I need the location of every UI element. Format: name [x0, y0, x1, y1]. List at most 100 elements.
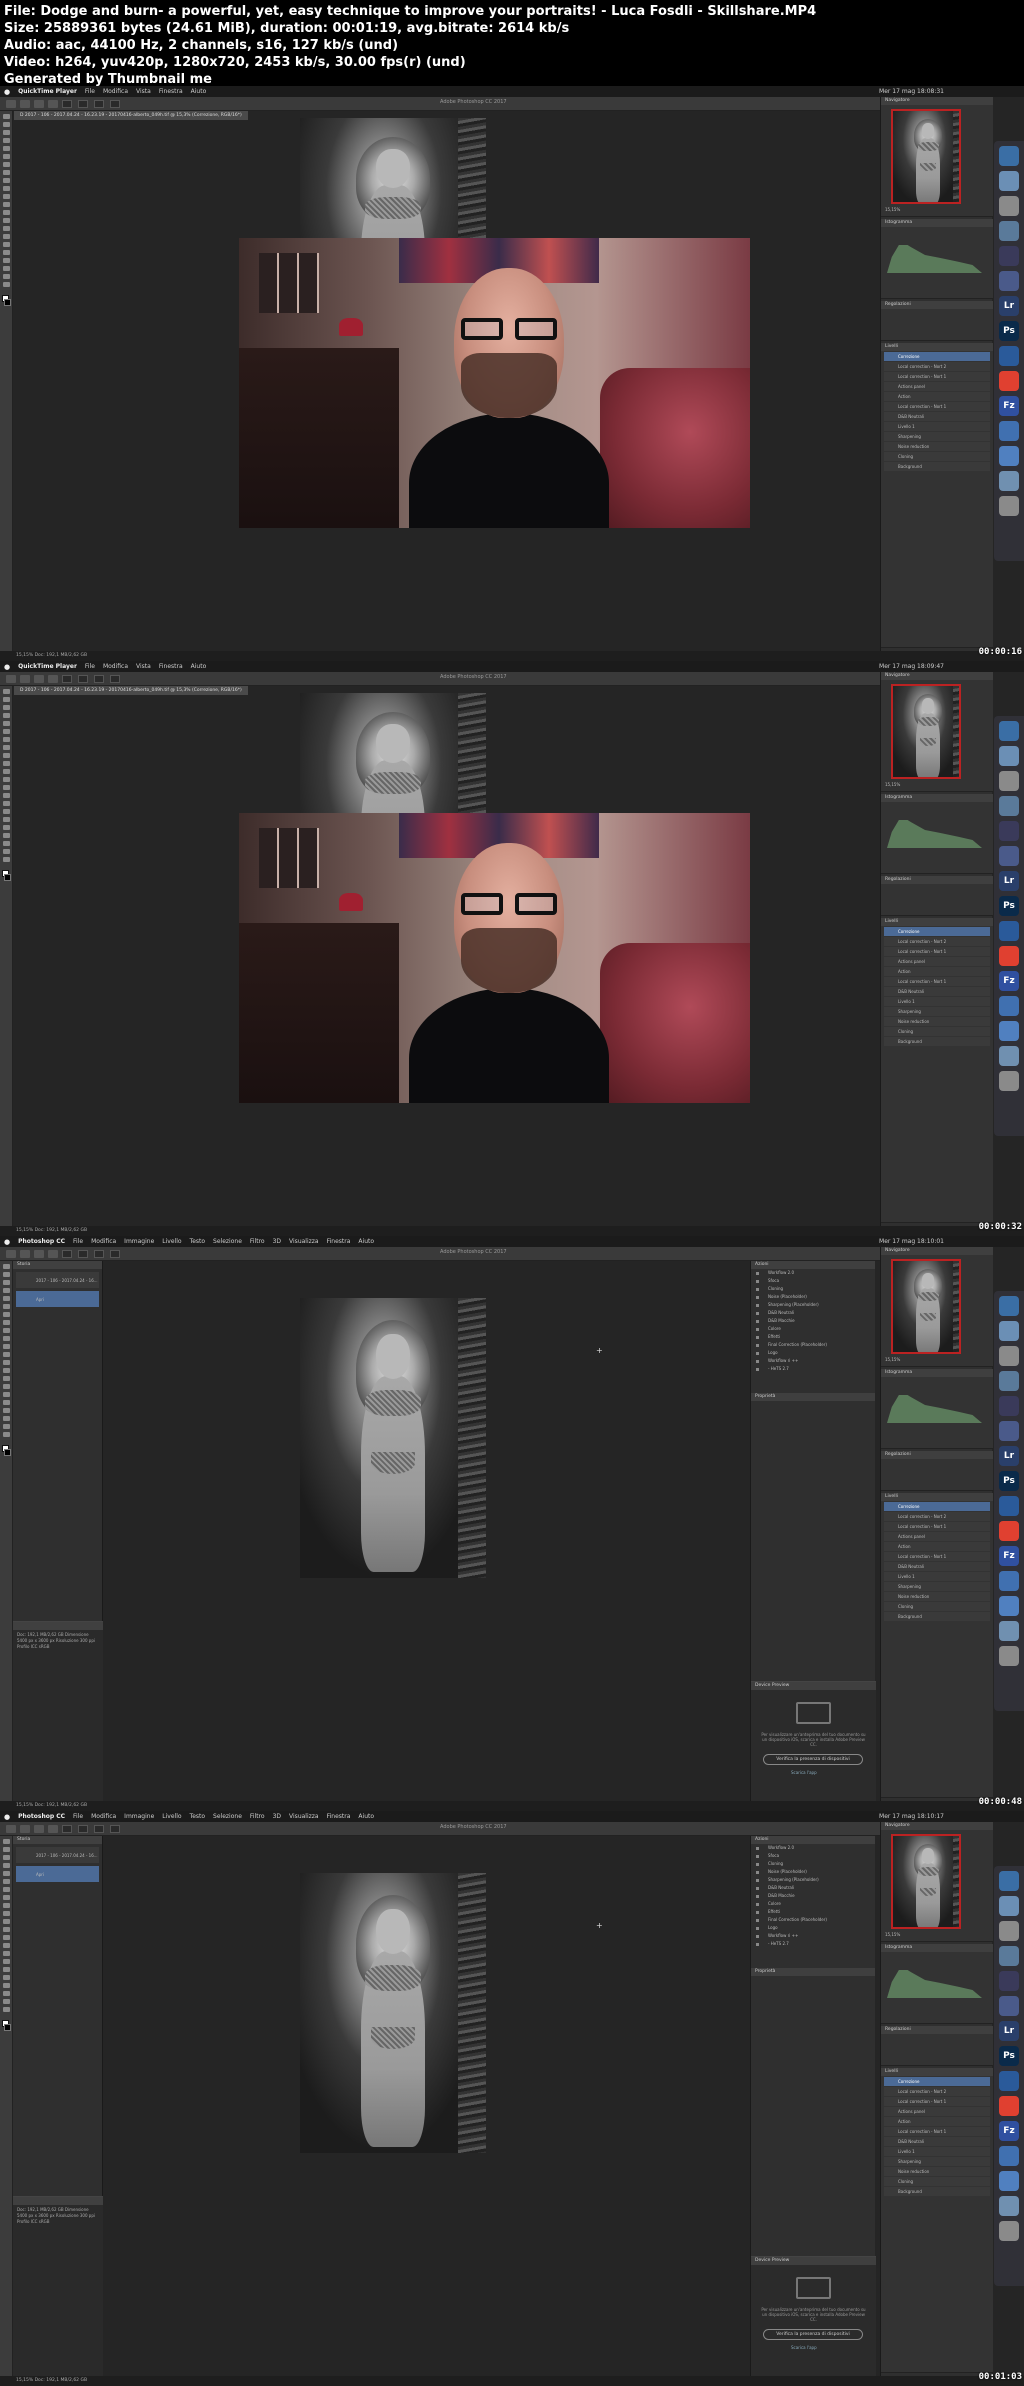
- layer-row[interactable]: Background: [884, 1612, 990, 1621]
- adjustments-panel-header[interactable]: Regolazioni: [881, 2026, 993, 2034]
- option-chip[interactable]: [20, 674, 30, 683]
- menu-item-2[interactable]: Vista: [136, 88, 151, 95]
- action-item[interactable]: Colore: [754, 1326, 872, 1333]
- action-item[interactable]: Sharpening (Placeholder): [754, 1302, 872, 1309]
- tool-icon[interactable]: [2, 1871, 10, 1876]
- navigator-zoom[interactable]: 15,15%: [885, 782, 900, 787]
- navigator-thumbnail[interactable]: [891, 1834, 961, 1929]
- dock-app-icon[interactable]: [999, 1521, 1019, 1541]
- navigator-panel-header[interactable]: Navigatore: [881, 97, 993, 105]
- menu-item-0[interactable]: File: [73, 1813, 83, 1820]
- layer-row[interactable]: Local correction - Nort 1: [884, 2097, 990, 2106]
- dock-app-icon[interactable]: [999, 1646, 1019, 1666]
- dock-app-icon[interactable]: [999, 771, 1019, 791]
- action-item[interactable]: D&B Neutrali: [754, 1885, 872, 1892]
- option-field[interactable]: [78, 1249, 88, 1258]
- tool-icon[interactable]: [2, 713, 10, 718]
- adjustments-panel-header[interactable]: Regolazioni: [881, 876, 993, 884]
- tool-icon[interactable]: [2, 122, 10, 127]
- option-field[interactable]: [62, 674, 72, 683]
- tool-icon[interactable]: [2, 1895, 10, 1900]
- tool-icon[interactable]: [2, 1887, 10, 1892]
- menu-item-3[interactable]: Finestra: [159, 663, 183, 670]
- menu-item-1[interactable]: Modifica: [91, 1238, 116, 1245]
- dock-app-icon[interactable]: Lr: [999, 1446, 1019, 1466]
- menu-item-4[interactable]: Testo: [190, 1813, 206, 1820]
- tool-icon[interactable]: [2, 825, 10, 830]
- dock-app-icon[interactable]: [999, 496, 1019, 516]
- dock-app-icon[interactable]: Fz: [999, 396, 1019, 416]
- layer-row[interactable]: Local correction - Nort 2: [884, 937, 990, 946]
- dock-app-icon[interactable]: [999, 746, 1019, 766]
- tool-icon[interactable]: [2, 1384, 10, 1389]
- dock-app-icon[interactable]: Fz: [999, 2121, 1019, 2141]
- tool-icon[interactable]: [2, 1424, 10, 1429]
- navigator-thumbnail[interactable]: [891, 1259, 961, 1354]
- dock-app-icon[interactable]: [999, 1296, 1019, 1316]
- tool-icon[interactable]: [2, 1999, 10, 2004]
- layer-row[interactable]: Noise reduction: [884, 1592, 990, 1601]
- navigator-zoom[interactable]: 15,15%: [885, 207, 900, 212]
- properties-panel-header[interactable]: Proprietà: [751, 1968, 875, 1976]
- background-color-swatch[interactable]: [4, 1449, 11, 1456]
- layer-row[interactable]: Action: [884, 967, 990, 976]
- dock-app-icon[interactable]: [999, 1621, 1019, 1641]
- dock-app-icon[interactable]: [999, 446, 1019, 466]
- tool-icon[interactable]: [2, 737, 10, 742]
- layer-row[interactable]: Action: [884, 392, 990, 401]
- apple-icon[interactable]: ●: [4, 663, 10, 671]
- action-item[interactable]: Effetti: [754, 1334, 872, 1341]
- menu-item-4[interactable]: Testo: [190, 1238, 206, 1245]
- dock-app-icon[interactable]: Ps: [999, 1471, 1019, 1491]
- option-field[interactable]: [78, 99, 88, 108]
- layer-row[interactable]: Local correction - Nort 1: [884, 372, 990, 381]
- menu-item-6[interactable]: Filtro: [250, 1238, 265, 1245]
- history-panel-header[interactable]: Storia: [13, 1261, 102, 1269]
- tool-icon[interactable]: [2, 1919, 10, 1924]
- option-field[interactable]: [78, 1824, 88, 1833]
- tool-icon[interactable]: [2, 721, 10, 726]
- layer-row[interactable]: Action: [884, 2117, 990, 2126]
- layer-row[interactable]: Cloning: [884, 452, 990, 461]
- dock-app-icon[interactable]: [999, 1896, 1019, 1916]
- action-item[interactable]: Noise (Placeholder): [754, 1294, 872, 1301]
- option-field[interactable]: [78, 674, 88, 683]
- action-item[interactable]: Workflow 2.0: [754, 1845, 872, 1852]
- menu-item-1[interactable]: Modifica: [91, 1813, 116, 1820]
- tool-icon[interactable]: [2, 1855, 10, 1860]
- menu-item-1[interactable]: Modifica: [103, 88, 128, 95]
- device-preview-header[interactable]: Device Preview: [751, 2257, 876, 2265]
- menu-item-10[interactable]: Aiuto: [358, 1238, 374, 1245]
- adjustments-panel-header[interactable]: Regolazioni: [881, 301, 993, 309]
- tool-icon[interactable]: [2, 114, 10, 119]
- dock-app-icon[interactable]: [999, 1596, 1019, 1616]
- dock-app-icon[interactable]: [999, 1046, 1019, 1066]
- tool-icon[interactable]: [2, 761, 10, 766]
- tool-icon[interactable]: [2, 1959, 10, 1964]
- dock-app-icon[interactable]: [999, 1496, 1019, 1516]
- layer-row[interactable]: Correzione: [884, 2077, 990, 2086]
- action-item[interactable]: Colore: [754, 1901, 872, 1908]
- menu-app-name[interactable]: Photoshop CC: [18, 1813, 65, 1820]
- tool-icon[interactable]: [2, 1368, 10, 1373]
- apple-icon[interactable]: ●: [4, 1238, 10, 1246]
- menu-clock[interactable]: Mer 17 mag 18:10:01: [879, 1238, 944, 1245]
- dock-app-icon[interactable]: [999, 371, 1019, 391]
- layer-row[interactable]: Local correction - Nort 1: [884, 1522, 990, 1531]
- background-color-swatch[interactable]: [4, 874, 11, 881]
- tool-icon[interactable]: [2, 194, 10, 199]
- menu-clock[interactable]: Mer 17 mag 18:08:31: [879, 88, 944, 95]
- option-chip[interactable]: [20, 1249, 30, 1258]
- tool-icon[interactable]: [2, 1400, 10, 1405]
- action-item[interactable]: Final Correction (Placeholder): [754, 1342, 872, 1349]
- tool-icon[interactable]: [2, 857, 10, 862]
- layer-row[interactable]: Local correction - Nort 1: [884, 1552, 990, 1561]
- dock-app-icon[interactable]: [999, 246, 1019, 266]
- menu-item-0[interactable]: File: [85, 88, 95, 95]
- option-chip[interactable]: [6, 1249, 16, 1258]
- download-app-link[interactable]: Scarica l'app: [791, 2345, 817, 2350]
- device-preview-header[interactable]: Device Preview: [751, 1682, 876, 1690]
- history-snapshot[interactable]: 2017 - 106 - 2017.04.24 - 16...: [16, 1847, 99, 1863]
- action-item[interactable]: Final Correction (Placeholder): [754, 1917, 872, 1924]
- dock-app-icon[interactable]: [999, 946, 1019, 966]
